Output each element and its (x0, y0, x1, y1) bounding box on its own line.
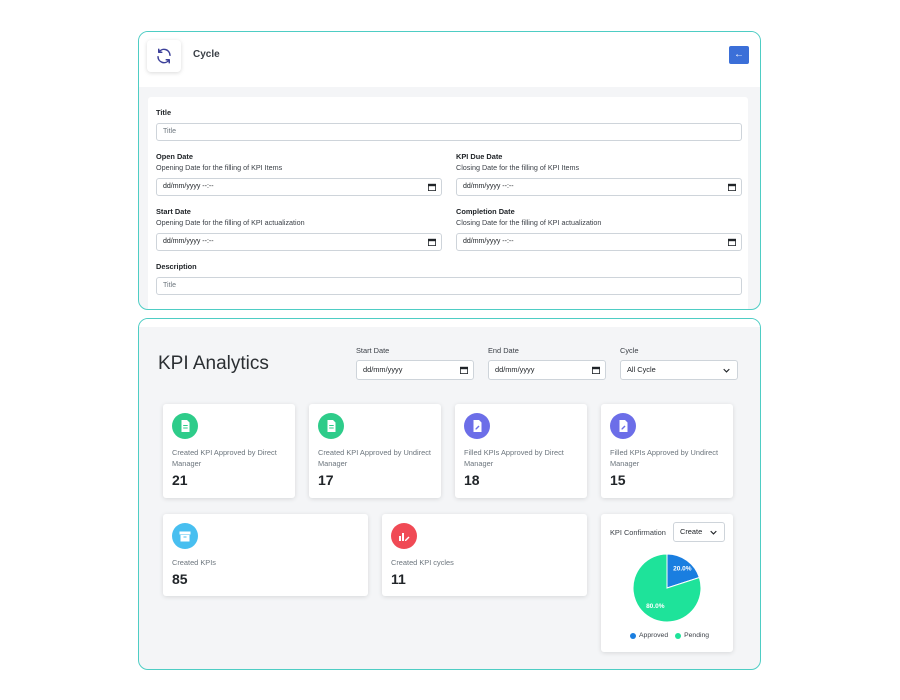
chart-edit-icon (399, 533, 410, 541)
legend-dot-approved (630, 632, 636, 639)
pie-label-approved: 20.0% (673, 566, 692, 573)
completion-date-value: dd/mm/yyyy --:-- (463, 238, 514, 245)
completion-date-label: Completion Date (456, 207, 515, 216)
start-date-hint: Opening Date for the filling of KPI actu… (156, 218, 305, 227)
stat-label: Created KPI Approved by Direct Manager (172, 448, 277, 468)
filter-start-date-input[interactable]: dd/mm/yyyy (356, 360, 474, 380)
stat-icon-circle (172, 523, 198, 549)
kpi-confirmation-value: Create (680, 527, 703, 536)
stat-value: 15 (610, 472, 626, 488)
stat-label: Created KPI cycles (391, 558, 454, 567)
calendar-icon[interactable] (592, 366, 600, 374)
description-label: Description (156, 262, 197, 271)
panel-top-strip (139, 319, 760, 327)
due-date-input[interactable]: dd/mm/yyyy --:-- (456, 178, 742, 196)
cycle-form: Title Title Open Date Opening Date for t… (148, 97, 748, 309)
filter-start-date-value: dd/mm/yyyy (363, 365, 403, 374)
stat-icon-circle (318, 413, 344, 439)
stat-card: Filled KPIs Approved by Direct Manager 1… (455, 404, 587, 498)
title-input[interactable]: Title (156, 123, 742, 141)
cycle-header: Cycle ← (139, 32, 760, 87)
stat-value: 21 (172, 472, 188, 488)
open-date-label: Open Date (156, 152, 193, 161)
calendar-icon[interactable] (428, 238, 436, 246)
cycle-panel: Cycle ← Title Title Open Date Opening Da… (138, 31, 761, 310)
start-date-label: Start Date (156, 207, 191, 216)
document-edit-icon (619, 420, 627, 432)
stat-value: 17 (318, 472, 334, 488)
kpi-confirmation-select[interactable]: Create (673, 522, 725, 542)
kpi-confirmation-card: KPI Confirmation Create 20.0% 80.0% Appr… (601, 514, 733, 652)
completion-date-hint: Closing Date for the filling of KPI actu… (456, 218, 602, 227)
stat-icon-circle (464, 413, 490, 439)
stat-icon-circle (391, 523, 417, 549)
calendar-icon[interactable] (728, 183, 736, 191)
stat-label: Created KPI Approved by Undirect Manager (318, 448, 431, 468)
open-date-hint: Opening Date for the filling of KPI Item… (156, 163, 283, 172)
stat-card: Created KPIs 85 (163, 514, 368, 596)
filter-cycle-select[interactable]: All Cycle (620, 360, 738, 380)
calendar-icon[interactable] (428, 183, 436, 191)
stat-label: Filled KPIs Approved by Direct Manager (464, 448, 564, 468)
start-date-input[interactable]: dd/mm/yyyy --:-- (156, 233, 442, 251)
pie-label-pending: 80.0% (646, 603, 665, 610)
stat-value: 11 (391, 571, 406, 587)
start-date-value: dd/mm/yyyy --:-- (163, 238, 214, 245)
stat-value: 85 (172, 571, 188, 587)
pie-legend: Approved Pending (630, 632, 709, 639)
stat-label: Filled KPIs Approved by Undirect Manager (610, 448, 719, 468)
description-input[interactable]: Title (156, 277, 742, 295)
stat-card: Filled KPIs Approved by Undirect Manager… (601, 404, 733, 498)
page-title: Cycle (193, 49, 220, 60)
filter-cycle-label: Cycle (620, 346, 639, 355)
chevron-down-icon (710, 530, 717, 535)
calendar-icon[interactable] (728, 238, 736, 246)
stat-label: Created KPIs (172, 558, 216, 567)
archive-icon (179, 531, 191, 541)
completion-date-input[interactable]: dd/mm/yyyy --:-- (456, 233, 742, 251)
title-label: Title (156, 108, 172, 117)
analytics-title: KPI Analytics (158, 353, 269, 374)
kpi-confirmation-pie-chart: 20.0% 80.0% (632, 553, 702, 623)
calendar-icon[interactable] (460, 366, 468, 374)
kpi-confirmation-label: KPI Confirmation (610, 528, 666, 537)
filter-end-date-input[interactable]: dd/mm/yyyy (488, 360, 606, 380)
stat-card: Created KPI cycles 11 (382, 514, 587, 596)
stat-icon-circle (172, 413, 198, 439)
stat-icon-circle (610, 413, 636, 439)
stat-value: 18 (464, 472, 480, 488)
open-date-input[interactable]: dd/mm/yyyy --:-- (156, 178, 442, 196)
filter-start-date-label: Start Date (356, 346, 390, 355)
refresh-icon (157, 48, 171, 64)
filter-cycle-value: All Cycle (627, 365, 656, 374)
legend-dot-pending (675, 632, 682, 639)
chevron-down-icon (723, 368, 730, 373)
document-edit-icon (473, 420, 481, 432)
legend-item-approved[interactable]: Approved (630, 632, 668, 639)
due-date-label: KPI Due Date (456, 152, 503, 161)
document-icon (327, 420, 335, 432)
kpi-analytics-panel: KPI Analytics Start Date dd/mm/yyyy End … (138, 318, 761, 670)
back-button[interactable]: ← (729, 46, 749, 64)
legend-item-pending[interactable]: Pending (675, 632, 709, 639)
legend-label-approved: Approved (639, 632, 669, 639)
legend-label-pending: Pending (684, 632, 710, 639)
cycle-icon-box (147, 40, 181, 72)
due-date-value: dd/mm/yyyy --:-- (463, 183, 514, 190)
stat-card: Created KPI Approved by Undirect Manager… (309, 404, 441, 498)
filter-end-date-value: dd/mm/yyyy (495, 365, 535, 374)
filter-end-date-label: End Date (488, 346, 519, 355)
due-date-hint: Closing Date for the filling of KPI Item… (456, 163, 580, 172)
document-icon (181, 420, 189, 432)
stat-card: Created KPI Approved by Direct Manager 2… (163, 404, 295, 498)
open-date-value: dd/mm/yyyy --:-- (163, 183, 214, 190)
